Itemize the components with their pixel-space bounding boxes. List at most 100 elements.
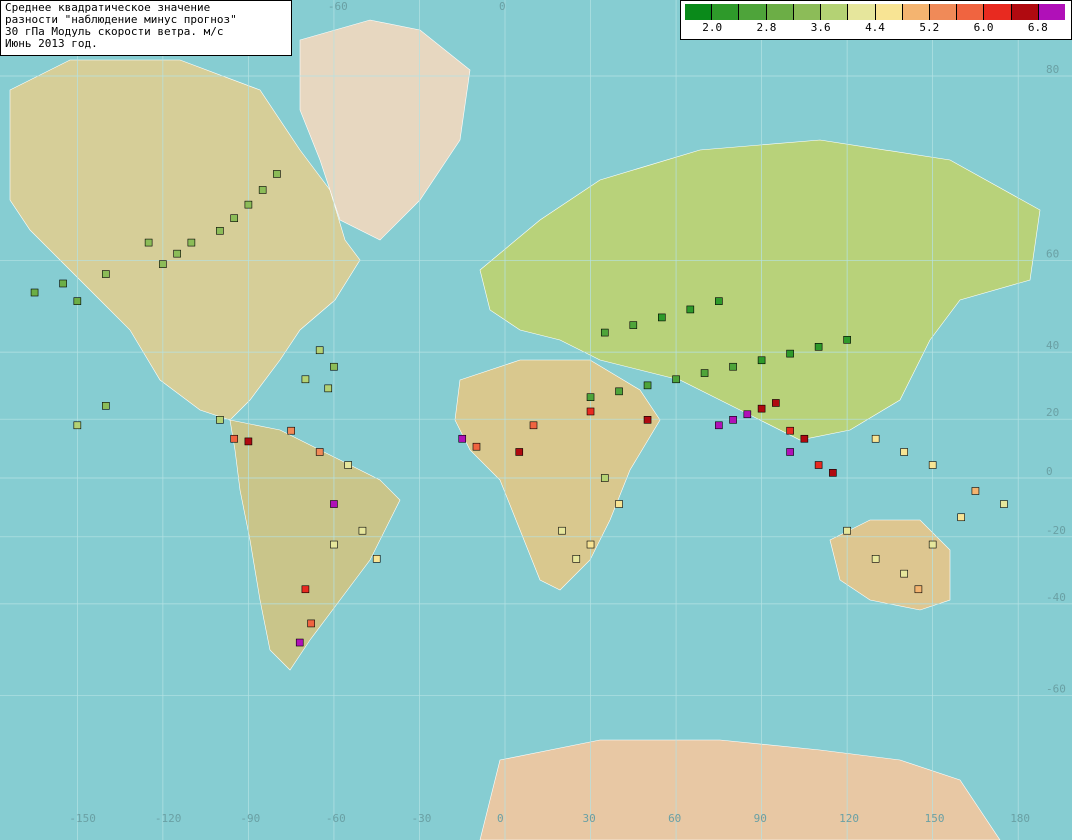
legend-swatch: [1038, 4, 1066, 20]
longitude-label: -150: [69, 812, 96, 825]
station-marker: [729, 362, 737, 371]
legend-color-bar: [685, 4, 1066, 20]
station-marker: [900, 448, 908, 456]
legend-label: 5.2: [919, 21, 940, 34]
station-marker: [187, 238, 196, 247]
station-marker: [686, 305, 695, 314]
longitude-label: 60: [668, 812, 681, 825]
station-marker: [971, 487, 980, 495]
station-marker: [372, 555, 381, 563]
legend-swatch: [793, 4, 822, 20]
legend-swatch: [739, 4, 767, 20]
station-marker: [643, 381, 652, 390]
station-marker: [244, 437, 253, 446]
legend-labels: 2.02.83.64.45.26.06.87.6: [685, 21, 1065, 35]
station-marker: [1000, 500, 1008, 508]
station-marker: [757, 356, 766, 365]
station-marker: [144, 238, 153, 247]
legend-swatch: [957, 4, 985, 20]
station-marker: [586, 407, 595, 416]
longitude-label: 120: [839, 812, 859, 825]
station-marker: [729, 416, 737, 424]
legend-label: 2.0: [702, 21, 723, 34]
longitude-label: 0: [497, 812, 504, 825]
station-marker: [871, 434, 880, 443]
latitude-label: -40: [1046, 591, 1066, 604]
station-marker: [315, 346, 324, 355]
longitude-label: -120: [155, 812, 182, 825]
latitude-label: 80: [1046, 63, 1059, 76]
station-marker: [307, 619, 315, 628]
station-marker: [800, 434, 809, 443]
longitude-label: 180: [1010, 812, 1030, 825]
latitude-label: 0: [1046, 465, 1053, 478]
station-marker: [600, 328, 609, 337]
station-marker: [358, 526, 367, 535]
station-marker: [829, 469, 837, 477]
latitude-label: -20: [1046, 524, 1066, 537]
station-marker: [30, 288, 39, 297]
station-marker: [843, 335, 851, 344]
legend-swatch: [984, 4, 1012, 20]
longitude-label: 150: [925, 812, 945, 825]
station-marker: [472, 442, 481, 451]
station-marker: [914, 585, 923, 594]
station-marker: [843, 526, 851, 535]
legend-label: 2.8: [756, 21, 777, 34]
station-marker: [715, 421, 723, 430]
station-marker: [515, 448, 524, 456]
station-marker: [344, 461, 352, 469]
station-marker: [615, 387, 623, 396]
station-marker: [287, 426, 295, 435]
latitude-label: 60: [1046, 248, 1059, 261]
station-marker: [814, 461, 823, 469]
map-caption: Среднее квадратическое значение разности…: [0, 0, 292, 56]
legend-swatch: [1011, 4, 1039, 20]
station-marker: [330, 500, 338, 508]
station-marker: [900, 569, 908, 578]
station-marker: [658, 313, 666, 322]
longitude-label: 90: [754, 812, 767, 825]
station-marker: [615, 500, 623, 508]
longitude-label: 30: [583, 812, 596, 825]
station-marker: [672, 375, 680, 384]
legend-swatch: [875, 4, 903, 20]
station-marker: [258, 186, 267, 194]
latitude-label: 20: [1046, 406, 1059, 419]
legend-label: 6.8: [1027, 21, 1048, 34]
station-marker: [600, 474, 609, 482]
legend-swatch: [902, 4, 930, 20]
station-marker: [59, 279, 67, 288]
station-marker: [458, 434, 467, 443]
longitude-label-top: 0: [499, 0, 506, 13]
station-marker: [558, 526, 566, 535]
station-marker: [330, 540, 338, 549]
station-marker: [715, 297, 723, 305]
station-marker: [216, 226, 224, 235]
station-marker: [586, 393, 595, 401]
station-marker: [629, 321, 638, 329]
station-marker: [315, 448, 324, 456]
station-marker: [743, 410, 752, 419]
station-marker: [273, 170, 281, 178]
station-marker: [786, 426, 794, 435]
station-marker: [757, 404, 766, 413]
station-marker: [928, 461, 937, 469]
station-marker: [102, 402, 110, 410]
station-marker: [102, 270, 110, 278]
station-marker: [330, 362, 338, 371]
longitude-label: -60: [326, 812, 346, 825]
legend-swatch: [821, 4, 849, 20]
station-marker: [230, 434, 238, 443]
station-marker: [572, 555, 581, 563]
longitude-label: -90: [240, 812, 260, 825]
station-marker: [244, 200, 253, 209]
station-marker: [324, 384, 333, 393]
legend-swatch: [929, 4, 958, 20]
legend-swatch: [685, 4, 713, 20]
legend-swatch: [712, 4, 740, 20]
station-marker: [772, 399, 780, 407]
station-marker: [700, 369, 709, 377]
station-marker: [159, 260, 167, 268]
longitude-label: -30: [411, 812, 431, 825]
